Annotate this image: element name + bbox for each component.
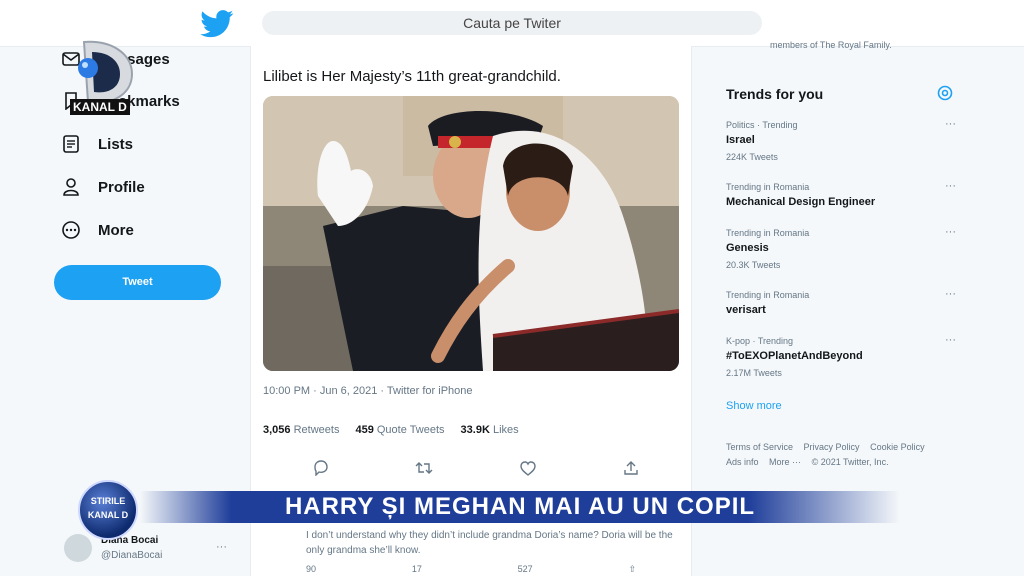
kanal-d-logo: KANAL D xyxy=(62,36,148,118)
more-circle-icon xyxy=(60,219,82,241)
trend-item[interactable]: Trending in Romania Mechanical Design En… xyxy=(726,180,962,208)
sidebar-item-label: More xyxy=(98,221,134,239)
retweets-stat[interactable]: 3,056 Retweets xyxy=(263,424,339,436)
reply-retweet-count[interactable]: 17 xyxy=(412,564,422,575)
trend-count: 224K Tweets xyxy=(726,152,778,162)
copyright-text: © 2021 Twitter, Inc. xyxy=(811,457,889,467)
right-column-text: members of The Royal Family. xyxy=(770,40,892,50)
trend-context: K-pop · Trending xyxy=(726,336,794,346)
stirile-logo-top: STIRILE xyxy=(90,496,126,506)
avatar[interactable] xyxy=(64,534,92,562)
trend-item[interactable]: K-pop · Trending #ToEXOPlanetAndBeyond 2… xyxy=(726,334,962,378)
like-icon[interactable] xyxy=(518,458,538,478)
trend-options-icon[interactable]: ··· xyxy=(945,180,956,192)
reply-icon[interactable] xyxy=(311,458,331,478)
reply-text: I don’t understand why they didn’t inclu… xyxy=(306,530,673,556)
sidebar-item-label: Lists xyxy=(98,135,134,153)
trend-context: Trending in Romania xyxy=(726,228,810,238)
trend-context: Trending in Romania xyxy=(726,290,810,300)
quotes-label: Quote Tweets xyxy=(376,424,445,436)
stirile-logo-bottom: KANAL D xyxy=(87,510,129,520)
stirile-kanal-d-logo: STIRILE KANAL D xyxy=(78,480,138,540)
quotes-count: 459 xyxy=(355,424,374,436)
trend-item[interactable]: Trending in Romania verisart ··· xyxy=(726,288,962,316)
ads-info-link[interactable]: Ads info xyxy=(726,457,759,467)
tweet-text: Lilibet is Her Majesty’s 11th great-gran… xyxy=(263,68,561,85)
trend-item[interactable]: Politics · Trending Israel 224K Tweets ·… xyxy=(726,118,962,162)
gear-icon[interactable] xyxy=(936,84,954,102)
sidebar-item-label: Profile xyxy=(98,178,145,196)
trends-title: Trends for you xyxy=(726,86,824,102)
sidebar-item-lists[interactable]: Lists xyxy=(60,133,133,155)
news-banner: HARRY ȘI MEGHAN MAI AU UN COPIL xyxy=(0,487,1024,527)
sidebar-item-more[interactable]: More xyxy=(60,219,134,241)
reply-actions: 90 17 527 ⇧ xyxy=(306,564,636,575)
trend-count: 2.17M Tweets xyxy=(726,368,782,378)
list-icon xyxy=(60,133,82,155)
retweets-label: Retweets xyxy=(293,424,340,436)
retweet-icon[interactable] xyxy=(414,458,434,478)
trend-name: Israel xyxy=(726,134,755,146)
footer-more-link[interactable]: More ··· xyxy=(769,457,801,467)
quotes-stat[interactable]: 459 Quote Tweets xyxy=(355,424,444,436)
tweet-photo[interactable] xyxy=(263,96,679,371)
cookie-link[interactable]: Cookie Policy xyxy=(870,442,925,452)
likes-stat[interactable]: 33.9K Likes xyxy=(461,424,519,436)
reply-like-count[interactable]: 527 xyxy=(518,564,533,575)
person-icon xyxy=(60,176,82,198)
trend-name: Genesis xyxy=(726,242,769,254)
privacy-link[interactable]: Privacy Policy xyxy=(804,442,860,452)
trend-options-icon[interactable]: ··· xyxy=(945,288,956,300)
twitter-bird-icon[interactable] xyxy=(200,10,234,38)
trend-context: Politics · Trending xyxy=(726,120,798,130)
reply-options-icon[interactable]: ··· xyxy=(216,541,227,553)
trend-count: 20.3K Tweets xyxy=(726,260,781,270)
tweet-actions xyxy=(311,458,641,478)
show-more-link[interactable]: Show more xyxy=(726,400,782,412)
trend-item[interactable]: Trending in Romania Genesis 20.3K Tweets… xyxy=(726,226,962,270)
retweets-count: 3,056 xyxy=(263,424,291,436)
reply-share-icon[interactable]: ⇧ xyxy=(628,564,636,575)
reply-author-handle: @DianaBocai xyxy=(101,550,163,561)
trends-panel: Trends for you Politics · Trending Israe… xyxy=(714,74,968,422)
share-icon[interactable] xyxy=(621,458,641,478)
tweet-button[interactable]: Tweet xyxy=(54,265,221,300)
trend-name: #ToEXOPlanetAndBeyond xyxy=(726,350,863,362)
trend-options-icon[interactable]: ··· xyxy=(945,118,956,130)
likes-label: Likes xyxy=(492,424,519,436)
tweet-meta: 10:00 PM · Jun 6, 2021 · Twitter for iPh… xyxy=(263,385,473,397)
trend-context: Trending in Romania xyxy=(726,182,810,192)
search-input[interactable]: Cauta pe Twiter xyxy=(262,11,762,35)
kanal-d-logo-text: KANAL D xyxy=(70,99,130,115)
sidebar-item-profile[interactable]: Profile xyxy=(60,176,145,198)
reply-reply-count[interactable]: 90 xyxy=(306,564,316,575)
trend-options-icon[interactable]: ··· xyxy=(945,334,956,346)
trend-name: Mechanical Design Engineer xyxy=(726,196,876,208)
footer-links: Terms of Service Privacy Policy Cookie P… xyxy=(726,440,976,470)
trend-name: verisart xyxy=(726,304,766,316)
tweet-stats: 3,056 Retweets 459 Quote Tweets 33.9K Li… xyxy=(263,424,519,436)
trend-options-icon[interactable]: ··· xyxy=(945,226,956,238)
terms-link[interactable]: Terms of Service xyxy=(726,442,793,452)
news-headline: HARRY ȘI MEGHAN MAI AU UN COPIL xyxy=(284,493,756,520)
likes-count: 33.9K xyxy=(460,424,490,436)
